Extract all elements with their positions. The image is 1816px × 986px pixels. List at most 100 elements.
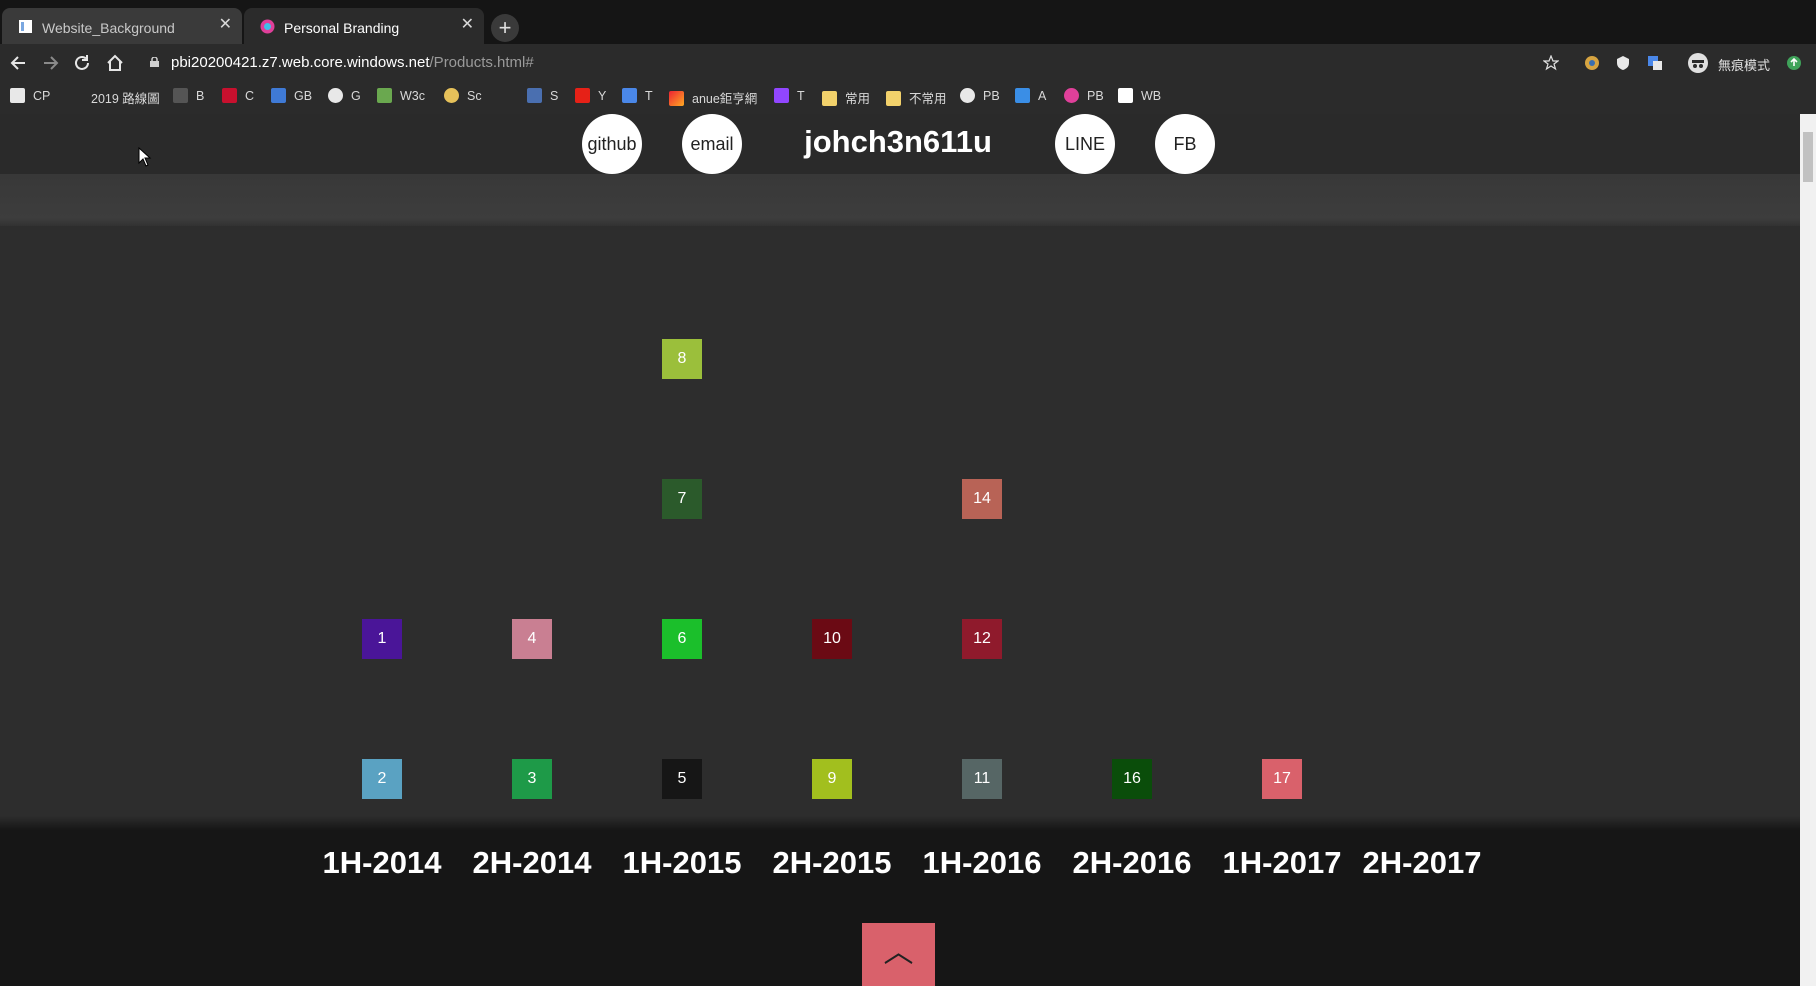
translate-icon — [622, 88, 637, 103]
timeline-item-12[interactable]: 12 — [962, 619, 1002, 659]
shield-extension-icon[interactable] — [1615, 55, 1631, 71]
lock-icon[interactable] — [150, 57, 159, 67]
page-viewport: github email johch3n611u LINE FB 8 7 14 … — [0, 114, 1800, 986]
bookmark-t[interactable]: T — [622, 88, 653, 108]
forward-arrow-icon[interactable] — [39, 52, 61, 74]
coin-icon — [444, 88, 459, 103]
back-arrow-icon[interactable] — [8, 52, 30, 74]
bookmark-s[interactable]: S — [527, 88, 558, 108]
home-icon[interactable] — [104, 52, 126, 74]
azure-icon — [1015, 88, 1030, 103]
star-icon[interactable] — [1543, 55, 1559, 71]
bbc-icon — [173, 88, 188, 103]
update-icon[interactable] — [1786, 55, 1802, 71]
period-label: 1H-2014 — [322, 845, 442, 880]
timeline-item-16[interactable]: 16 — [1112, 759, 1152, 799]
period-label: 1H-2015 — [622, 845, 742, 880]
document-icon — [19, 20, 32, 33]
period-label: 2H-2017 — [1362, 845, 1482, 880]
timeline-item-8[interactable]: 8 — [662, 339, 702, 379]
facebook-link[interactable]: FB — [1155, 114, 1215, 174]
timeline-area — [0, 226, 1800, 830]
bookmark-folder-uncommon[interactable]: 不常用 — [886, 88, 947, 108]
timeline-item-6[interactable]: 6 — [662, 619, 702, 659]
bookmark-cp[interactable]: CP — [10, 88, 50, 108]
scrollbar-thumb[interactable] — [1803, 132, 1813, 182]
bookmark-gb[interactable]: GB — [271, 88, 312, 108]
bookmark-pb-2[interactable]: PB — [1064, 88, 1104, 108]
period-label: 2H-2016 — [1072, 845, 1192, 880]
bookmark-icon — [10, 88, 25, 103]
email-link[interactable]: email — [682, 114, 742, 174]
line-link[interactable]: LINE — [1055, 114, 1115, 174]
bookmark-folder-common[interactable]: 常用 — [822, 88, 870, 108]
cnn-icon — [222, 88, 237, 103]
timeline-item-11[interactable]: 11 — [962, 759, 1002, 799]
site-header: github email johch3n611u LINE FB — [0, 114, 1800, 174]
incognito-icon — [1688, 53, 1708, 73]
site-logo-icon — [260, 19, 275, 34]
timeline-item-17[interactable]: 17 — [1262, 759, 1302, 799]
close-icon[interactable]: ✕ — [461, 16, 474, 34]
period-label: 1H-2017 — [1222, 845, 1342, 880]
translate-icon[interactable] — [1647, 55, 1663, 71]
bookmark-roadmap[interactable]: 2019 路線圖 — [91, 88, 160, 108]
close-icon[interactable]: ✕ — [219, 16, 232, 34]
bookmark-a[interactable]: A — [1015, 88, 1046, 108]
tab-title: Website_Background — [42, 20, 175, 36]
site-logo-icon — [1064, 88, 1079, 103]
timeline-item-4[interactable]: 4 — [512, 619, 552, 659]
bookmark-anue[interactable]: anue鉅亨網 — [669, 88, 757, 108]
address-bar[interactable]: pbi20200421.z7.web.core.windows.net/Prod… — [171, 54, 534, 71]
profile-label: 無痕模式 — [1718, 58, 1771, 73]
chart-icon — [377, 88, 392, 103]
bookmark-y[interactable]: Y — [575, 88, 606, 108]
document-icon — [1118, 88, 1133, 103]
timeline-item-9[interactable]: 9 — [812, 759, 852, 799]
calendar-icon — [527, 88, 542, 103]
timeline-item-5[interactable]: 5 — [662, 759, 702, 799]
bookmarks-bar: CP 2019 路線圖 B C GB G W3c Sc S Y T anue鉅亨… — [0, 82, 1816, 114]
timeline-item-14[interactable]: 14 — [962, 479, 1002, 519]
tab-strip: Website_Background ✕ Personal Branding ✕… — [0, 0, 1816, 44]
github-link[interactable]: github — [582, 114, 642, 174]
timeline-item-3[interactable]: 3 — [512, 759, 552, 799]
tab-website-background[interactable]: Website_Background ✕ — [2, 8, 242, 44]
bookmark-pb[interactable]: PB — [960, 88, 1000, 108]
folder-icon — [886, 91, 901, 106]
new-tab-button[interactable]: + — [491, 14, 519, 42]
bookmark-twitch[interactable]: T — [774, 88, 805, 108]
site-title: johch3n611u — [804, 124, 992, 159]
github-icon — [328, 88, 343, 103]
reload-icon[interactable] — [71, 52, 93, 74]
url-host: pbi20200421.z7.web.core.windows.net — [171, 54, 430, 71]
url-path: /Products.html# — [429, 54, 534, 71]
bookmark-wb[interactable]: WB — [1118, 88, 1161, 108]
extension-icon[interactable] — [1584, 55, 1600, 71]
timeline-item-1[interactable]: 1 — [362, 619, 402, 659]
header-band — [0, 174, 1800, 226]
timeline-item-7[interactable]: 7 — [662, 479, 702, 519]
twitch-icon — [774, 88, 789, 103]
bookmark-g[interactable]: G — [328, 88, 361, 108]
gitbook-icon — [271, 88, 286, 103]
bookmark-b[interactable]: B — [173, 88, 204, 108]
back-to-top-button[interactable]: ︿ — [862, 923, 935, 986]
period-label: 2H-2014 — [472, 845, 592, 880]
browser-toolbar: pbi20200421.z7.web.core.windows.net/Prod… — [0, 44, 1816, 82]
bookmark-sc[interactable]: Sc — [444, 88, 482, 108]
tab-title: Personal Branding — [284, 20, 400, 36]
period-label: 2H-2015 — [772, 845, 892, 880]
timeline-item-10[interactable]: 10 — [812, 619, 852, 659]
youtube-icon — [575, 88, 590, 103]
timeline-item-2[interactable]: 2 — [362, 759, 402, 799]
page-scrollbar[interactable] — [1800, 114, 1816, 986]
timeline-edge — [0, 816, 1800, 830]
bookmark-w3c[interactable]: W3c — [377, 88, 425, 108]
period-label: 1H-2016 — [922, 845, 1042, 880]
bookmark-c[interactable]: C — [222, 88, 254, 108]
tab-personal-branding[interactable]: Personal Branding ✕ — [244, 8, 484, 44]
mouse-cursor-icon — [138, 147, 152, 167]
anue-icon — [669, 91, 684, 106]
folder-icon — [822, 91, 837, 106]
